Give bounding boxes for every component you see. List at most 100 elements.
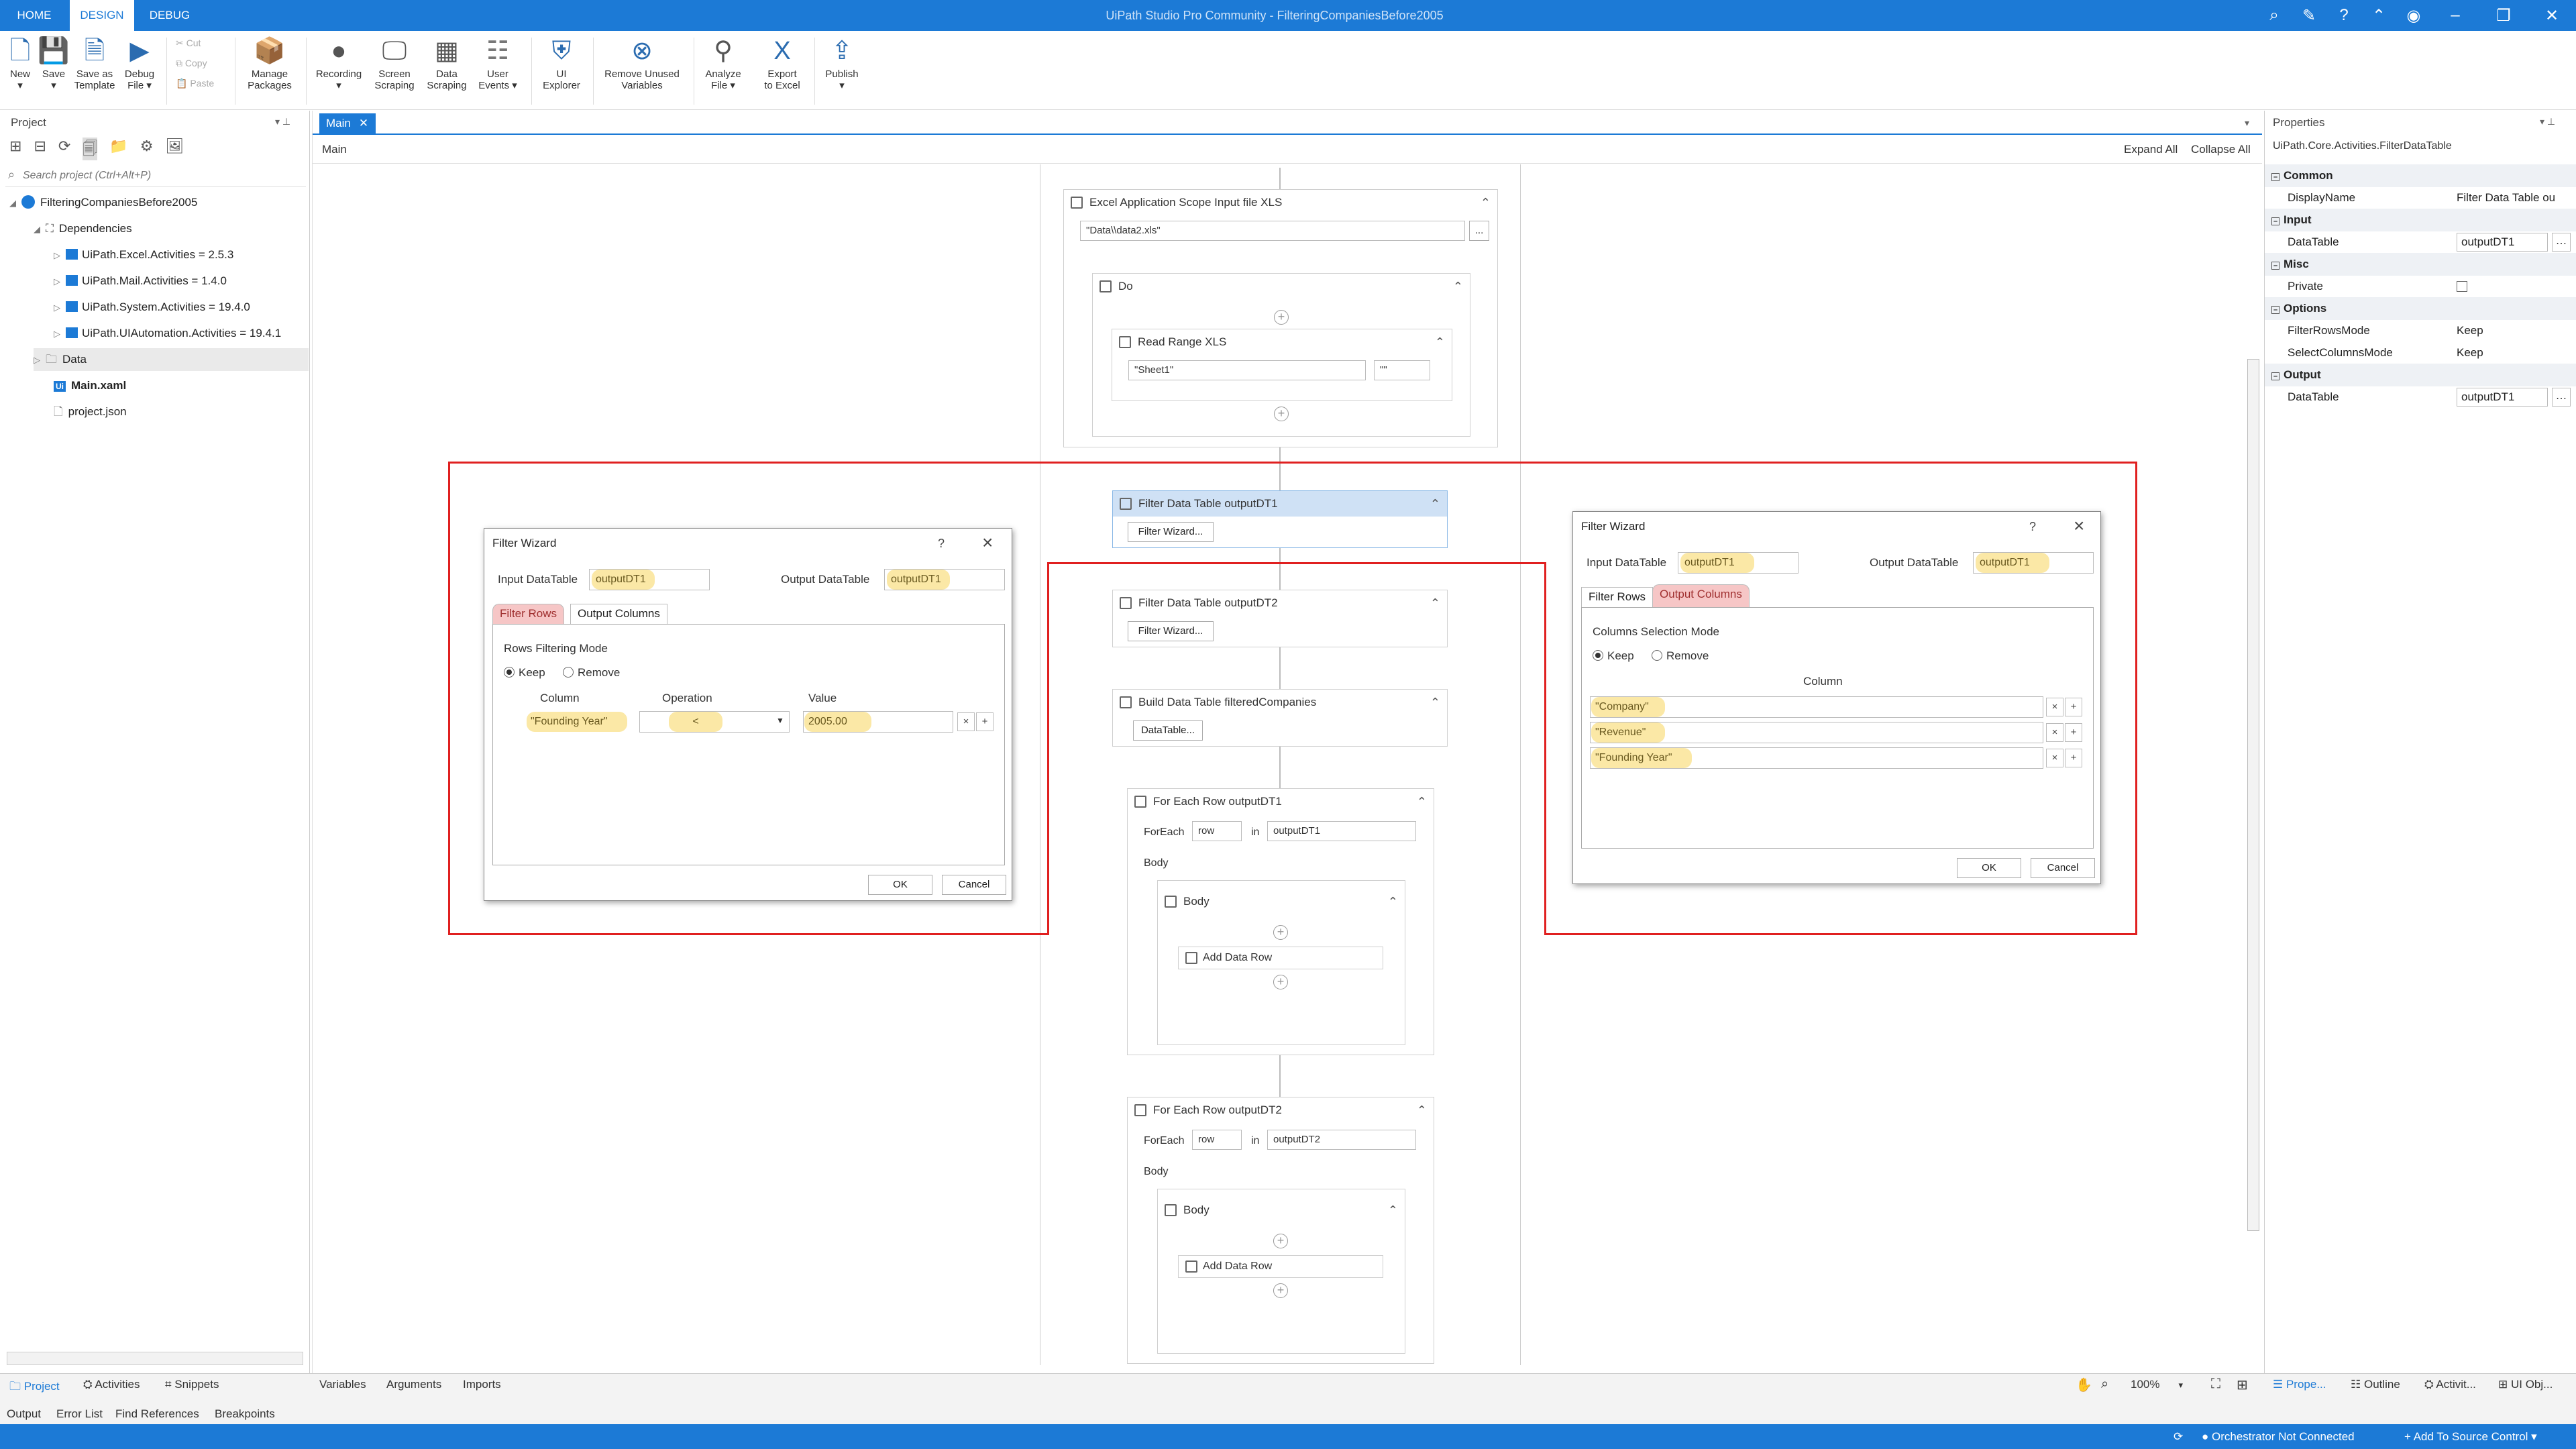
tab-breakpoints[interactable]: Breakpoints	[215, 1407, 275, 1421]
foreach-body-1[interactable]: Body ⌃ + Add Data Row +	[1157, 880, 1405, 1045]
gear-icon[interactable]: ⚙	[140, 138, 154, 160]
bottom-tab-ui-objects[interactable]: ⊞ UI Obj...	[2498, 1378, 2553, 1391]
property-value[interactable]: Filter Data Table ou	[2457, 186, 2567, 209]
collapse-icon[interactable]: ⌃	[1430, 491, 1440, 517]
tab-filter-rows[interactable]: Filter Rows	[1581, 587, 1654, 607]
column-field-company[interactable]: "Company"	[1591, 697, 1665, 717]
expand-all-link[interactable]: Expand All	[2124, 143, 2178, 156]
paste-button[interactable]: 📋 Paste	[176, 78, 214, 89]
filter-value-field[interactable]: 2005.00	[804, 712, 871, 732]
manage-packages-button[interactable]: 📦 Manage Packages	[241, 36, 298, 91]
refresh-icon[interactable]: ⟳	[58, 138, 70, 160]
property-row[interactable]: DisplayName Filter Data Table ou	[2265, 186, 2576, 209]
property-value[interactable]	[2457, 275, 2567, 298]
output-datatable-field[interactable]: outputDT1	[1976, 553, 2049, 573]
close-icon[interactable]: ✕	[2528, 6, 2576, 25]
help-icon[interactable]: ?	[938, 529, 945, 558]
tab-error-list[interactable]: Error List	[56, 1407, 103, 1421]
minimize-icon[interactable]: –	[2431, 6, 2479, 25]
browse-button[interactable]: ...	[1469, 221, 1489, 241]
export-to-excel-button[interactable]: X Export to Excel	[755, 36, 809, 91]
collapse-icon[interactable]: ⌃	[1417, 789, 1427, 814]
tree-dependency-excel[interactable]: ▷ UiPath.Excel.Activities = 2.5.3	[54, 244, 233, 266]
output-datatable-field[interactable]: outputDT1	[887, 570, 950, 590]
restore-icon[interactable]: ❐	[2479, 6, 2528, 25]
add-row-icon[interactable]: +	[976, 712, 994, 731]
property-row[interactable]: DataTable outputDT1…	[2265, 231, 2576, 254]
tab-filter-rows[interactable]: Filter Rows	[492, 604, 565, 624]
collapsed-triangle-icon[interactable]: ▷	[54, 297, 66, 319]
property-row[interactable]: FilterRowsMode Keep	[2265, 319, 2576, 342]
excel-path-input[interactable]: "Data\\data2.xls"	[1080, 221, 1465, 241]
collapse-all-link[interactable]: Collapse All	[2191, 143, 2251, 156]
close-icon[interactable]: ×	[982, 529, 993, 557]
bottom-tab-outline[interactable]: ☷ Outline	[2351, 1378, 2400, 1391]
image-icon[interactable]: 🖼	[165, 138, 184, 160]
chevron-down-icon[interactable]: ▼	[776, 716, 784, 725]
panel-menu-icon[interactable]: ▾ ⊥	[275, 116, 290, 127]
zoom-level-select[interactable]: 100% ▾	[2131, 1378, 2183, 1391]
add-column-icon[interactable]: +	[2065, 723, 2082, 742]
collapse-icon[interactable]: ⌃	[1388, 889, 1398, 914]
add-column-icon[interactable]: +	[2065, 749, 2082, 767]
filter-data-table-2[interactable]: Filter Data Table outputDT2 ⌃ Filter Wiza…	[1112, 590, 1448, 647]
refresh-icon[interactable]: ⟳	[2174, 1424, 2183, 1449]
property-value[interactable]: Keep	[2457, 319, 2567, 342]
tab-dropdown-icon[interactable]: ▾	[2245, 117, 2249, 129]
add-to-source-control-button[interactable]: + Add To Source Control ▾	[2404, 1424, 2537, 1449]
ui-explorer-button[interactable]: ⛨ UI Explorer	[537, 36, 586, 91]
column-field-founding-year[interactable]: "Founding Year"	[1591, 748, 1692, 768]
property-category[interactable]: – Input	[2265, 209, 2576, 231]
add-activity-icon[interactable]: +	[1273, 1234, 1288, 1248]
horizontal-scrollbar[interactable]	[7, 1352, 303, 1365]
expand-triangle-icon[interactable]: ◢	[9, 192, 21, 215]
tab-output[interactable]: Output	[7, 1407, 41, 1421]
property-value[interactable]: outputDT1	[2457, 388, 2548, 407]
tab-variables[interactable]: Variables	[319, 1378, 366, 1391]
collapsed-triangle-icon[interactable]: ▷	[54, 244, 66, 267]
panel-menu-icon[interactable]: ▾ ⊥	[2540, 116, 2555, 127]
sheet-name-input[interactable]: "Sheet1"	[1128, 360, 1366, 380]
add-column-icon[interactable]: +	[2065, 698, 2082, 716]
vertical-scrollbar[interactable]	[2247, 359, 2259, 1231]
tab-output-columns[interactable]: Output Columns	[570, 604, 667, 624]
input-datatable-field[interactable]: outputDT1	[1680, 553, 1754, 573]
for-each-row-1[interactable]: For Each Row outputDT1 ⌃ ForEach row in o…	[1127, 788, 1434, 1055]
collapsed-triangle-icon[interactable]: ▷	[54, 323, 66, 345]
ellipsis-button[interactable]: …	[2552, 388, 2571, 407]
do-sequence[interactable]: Do ⌃ + Read Range XLS ⌃ "Sheet1" "" +	[1092, 273, 1470, 437]
cancel-button[interactable]: Cancel	[942, 875, 1006, 895]
checkbox[interactable]	[2457, 281, 2467, 292]
collapse-icon[interactable]: ⌃	[1430, 590, 1440, 616]
keep-radio[interactable]: Keep	[1593, 649, 1634, 663]
collapse-icon[interactable]: ⌃	[1417, 1097, 1427, 1123]
add-activity-icon[interactable]: +	[1274, 407, 1289, 421]
feedback-icon[interactable]: ✎	[2292, 6, 2326, 25]
foreach-var-input[interactable]: row	[1192, 821, 1242, 841]
search-project-input[interactable]	[23, 167, 298, 184]
range-input[interactable]: ""	[1374, 360, 1430, 380]
copy-button[interactable]: ⧉ Copy	[176, 58, 207, 69]
datatable-button[interactable]: DataTable...	[1133, 720, 1203, 741]
fit-screen-icon[interactable]: ⛶	[2211, 1377, 2220, 1392]
add-activity-icon[interactable]: +	[1273, 925, 1288, 940]
property-row[interactable]: Private	[2265, 275, 2576, 298]
collapse-icon[interactable]: ⌃	[1430, 690, 1440, 715]
foreach-collection-input[interactable]: outputDT1	[1267, 821, 1416, 841]
add-data-row-activity[interactable]: Add Data Row	[1178, 947, 1383, 969]
remove-radio[interactable]: Remove	[563, 666, 620, 680]
remove-column-icon[interactable]: ×	[2046, 723, 2063, 742]
collapse-box-icon[interactable]: –	[2271, 372, 2279, 380]
remove-row-icon[interactable]: ×	[957, 712, 975, 731]
property-category[interactable]: – Options	[2265, 297, 2576, 320]
add-activity-icon[interactable]: +	[1274, 310, 1289, 325]
collapse-icon[interactable]: ⊟	[34, 138, 46, 160]
tab-arguments[interactable]: Arguments	[386, 1378, 441, 1391]
property-value[interactable]: Keep	[2457, 341, 2567, 364]
remove-column-icon[interactable]: ×	[2046, 698, 2063, 716]
ok-button[interactable]: OK	[868, 875, 932, 895]
folder-icon[interactable]: 📁	[109, 138, 127, 160]
zoom-icon[interactable]: ⌕	[2101, 1377, 2108, 1392]
close-icon[interactable]: ×	[2074, 512, 2084, 540]
filter-data-table-1[interactable]: Filter Data Table outputDT1 ⌃ Filter Wiza…	[1112, 490, 1448, 548]
